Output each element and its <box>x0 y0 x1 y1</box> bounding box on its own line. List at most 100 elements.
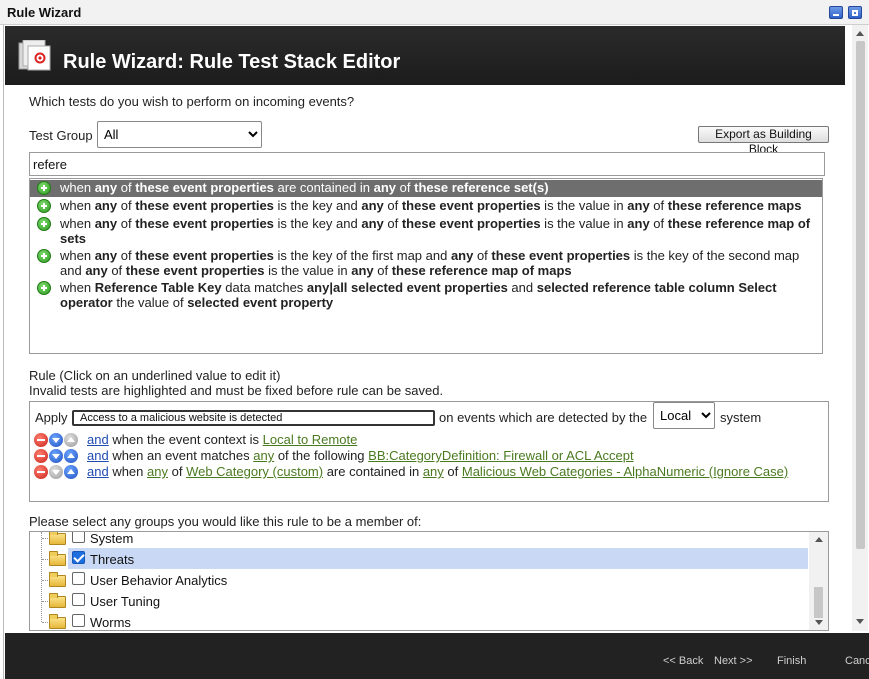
and-toggle-link[interactable]: and <box>87 432 109 447</box>
test-text: when Reference Table Key data matches an… <box>60 280 816 310</box>
group-tree: System Threats User Behavior Analytics User… <box>29 531 829 631</box>
test-keyword: these event properties <box>135 248 274 263</box>
editable-value-link[interactable]: Web Category (custom) <box>186 464 323 479</box>
main-scrollbar[interactable] <box>852 25 868 631</box>
move-up-icon[interactable] <box>64 465 78 479</box>
test-text: when any of these event properties is th… <box>60 216 816 246</box>
test-word: of <box>373 263 392 278</box>
move-down-icon[interactable] <box>49 433 63 447</box>
test-option[interactable]: when any of these event properties is th… <box>30 248 822 280</box>
move-up-icon[interactable] <box>64 433 78 447</box>
test-word: of <box>117 216 136 231</box>
test-keyword: these event properties <box>491 248 631 263</box>
add-test-icon[interactable] <box>37 281 51 295</box>
system-label: system <box>720 410 762 425</box>
rule-invalid-note: Invalid tests are highlighted and must b… <box>29 383 444 398</box>
editable-value-link[interactable]: BB:CategoryDefinition: Firewall or ACL A… <box>368 448 633 463</box>
group-checkbox[interactable] <box>72 532 85 543</box>
editable-value-link[interactable]: Local to Remote <box>263 432 358 447</box>
window-titlebar: Rule Wizard <box>0 0 869 25</box>
test-keyword: Reference Table Key <box>94 280 222 295</box>
test-word: when <box>60 248 95 263</box>
add-test-icon[interactable] <box>37 199 51 213</box>
test-keyword: any <box>373 180 397 195</box>
group-checkbox[interactable] <box>72 572 85 585</box>
condition-text: of the following <box>274 448 369 463</box>
test-keyword: these event properties <box>135 216 274 231</box>
move-down-icon[interactable] <box>49 449 63 463</box>
test-word: of <box>473 248 492 263</box>
test-keyword: any <box>627 198 650 213</box>
group-name[interactable]: User Behavior Analytics <box>90 573 227 588</box>
group-scrollbar[interactable] <box>809 532 828 630</box>
and-toggle-link[interactable]: and <box>87 464 109 479</box>
back-button[interactable]: << Back <box>663 655 703 667</box>
remove-condition-icon[interactable] <box>34 449 48 463</box>
test-word: is the key of the first map and <box>273 248 451 263</box>
next-button[interactable]: Next >> <box>714 655 753 667</box>
editable-value-link[interactable]: any <box>423 464 444 479</box>
add-test-icon[interactable] <box>37 217 51 231</box>
test-word: data matches <box>221 280 307 295</box>
test-search-input[interactable] <box>29 152 825 176</box>
remove-condition-icon[interactable] <box>34 433 48 447</box>
rule-name-input[interactable] <box>72 410 435 426</box>
test-group-label: Test Group <box>29 128 93 143</box>
test-keyword: any <box>627 216 650 231</box>
test-word: and <box>507 280 537 295</box>
condition-text: are contained in <box>323 464 423 479</box>
test-keyword: any <box>85 263 108 278</box>
test-keyword: these event properties <box>401 216 541 231</box>
add-test-icon[interactable] <box>37 181 51 195</box>
group-name[interactable]: Worms <box>90 615 131 630</box>
test-word: is the value in <box>540 216 628 231</box>
test-word: when <box>60 216 95 231</box>
test-word: is the value in <box>264 263 352 278</box>
test-group-select[interactable]: All <box>97 121 262 148</box>
group-name[interactable]: Threats <box>90 552 134 567</box>
test-word: when <box>60 180 95 195</box>
system-select[interactable]: Local <box>653 402 715 429</box>
move-up-icon[interactable] <box>64 449 78 463</box>
maximize-button[interactable] <box>848 6 862 19</box>
test-keyword: any <box>94 248 118 263</box>
test-keyword: these reference set(s) <box>414 180 549 195</box>
test-text: when any of these event properties is th… <box>60 248 816 278</box>
group-checkbox[interactable] <box>72 614 85 627</box>
test-word: when <box>60 198 95 213</box>
wizard-body: Rule Wizard: Rule Test Stack Editor Whic… <box>3 25 869 679</box>
rule-heading: Rule (Click on an underlined value to ed… <box>29 368 281 383</box>
test-option[interactable]: when any of these event properties is th… <box>30 216 822 248</box>
test-option[interactable]: when any of these event properties are c… <box>30 180 822 197</box>
wizard-title: Rule Wizard: Rule Test Stack Editor <box>63 51 401 73</box>
export-building-block-button[interactable]: Export as Building Block <box>698 126 829 156</box>
folder-icon <box>49 572 66 587</box>
test-option[interactable]: when any of these event properties is th… <box>30 198 822 216</box>
test-keyword: these reference maps <box>667 198 802 213</box>
group-row-highlight <box>68 548 808 569</box>
main-scrollbar-thumb[interactable] <box>856 41 865 549</box>
condition-text: when an event matches <box>108 448 254 463</box>
condition-sentence: and when the event context is Local to R… <box>85 432 357 447</box>
move-down-icon[interactable] <box>49 465 63 479</box>
editable-value-link[interactable]: any <box>253 448 274 463</box>
group-checkbox[interactable] <box>72 551 85 564</box>
test-keyword: these event properties <box>125 263 265 278</box>
group-checkbox[interactable] <box>72 593 85 606</box>
cancel-button[interactable]: Cancel <box>845 655 869 667</box>
test-keyword: any <box>94 198 118 213</box>
editable-value-link[interactable]: Malicious Web Categories - AlphaNumeric … <box>462 464 788 479</box>
wizard-footer: << Back Next >> Finish Cancel <box>5 633 869 679</box>
folder-icon <box>49 593 66 608</box>
group-scrollbar-thumb[interactable] <box>814 587 823 618</box>
minimize-button[interactable] <box>829 6 843 19</box>
test-option[interactable]: when Reference Table Key data matches an… <box>30 280 822 312</box>
group-name[interactable]: System <box>90 532 133 546</box>
test-list: when any of these event properties are c… <box>29 178 823 354</box>
remove-condition-icon[interactable] <box>34 465 48 479</box>
add-test-icon[interactable] <box>37 249 51 263</box>
editable-value-link[interactable]: any <box>147 464 168 479</box>
group-name[interactable]: User Tuning <box>90 594 160 609</box>
finish-button[interactable]: Finish <box>777 655 806 667</box>
and-toggle-link[interactable]: and <box>87 448 109 463</box>
